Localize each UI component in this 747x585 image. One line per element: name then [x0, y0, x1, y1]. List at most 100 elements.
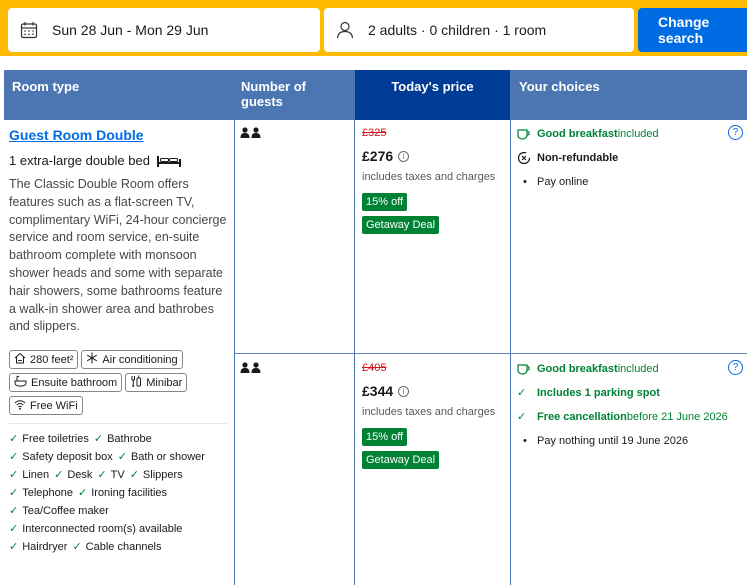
bed-info: 1 extra-large double bed — [9, 153, 229, 168]
header-choices: Your choices — [511, 70, 747, 120]
coffee-cup-icon — [517, 363, 537, 375]
check-icon: ✓ — [117, 451, 127, 464]
check-icon: ✓ — [517, 411, 527, 423]
amenity-item: ✓ Bathrobe — [93, 433, 152, 446]
wifi-icon — [14, 399, 26, 413]
room-name-link[interactable]: Guest Room Double — [9, 127, 229, 143]
amenity-item: ✓ Ironing facilities — [78, 487, 168, 500]
bed-text: 1 extra-large double bed — [9, 153, 150, 168]
choice-cancellation: ✓ Free cancellation before 21 June 2026 — [517, 410, 728, 424]
calendar-icon — [18, 19, 40, 41]
coffee-cup-icon — [517, 128, 537, 140]
current-price: £344 i — [362, 383, 512, 399]
amenity-row: ✓ Safety deposit box ✓ Bath or shower — [9, 448, 234, 466]
check-icon: ✓ — [97, 469, 107, 482]
amenity-row: ✓ Telephone ✓ Ironing facilities — [9, 484, 234, 502]
guests-text: 2 adults · 0 children · 1 room — [368, 22, 547, 38]
bullet: • — [523, 175, 527, 188]
date-picker[interactable]: Sun 28 Jun - Mon 29 Jun — [8, 8, 320, 52]
check-icon: ✓ — [9, 523, 19, 536]
discount-badge: 15% off — [362, 193, 408, 211]
amenity-row: ✓ Interconnected room(s) available — [9, 520, 234, 538]
tax-note: includes taxes and charges — [362, 171, 496, 183]
choices-list: Good breakfast included ✓ Includes 1 par… — [517, 360, 747, 456]
facility-badge: Minibar — [125, 373, 188, 393]
check-icon: ✓ — [54, 469, 64, 482]
choice-refund: Non-refundable — [517, 149, 747, 166]
non-refundable-icon — [517, 151, 537, 165]
two-guests-icon — [240, 362, 262, 377]
check-icon: ✓ — [72, 541, 82, 554]
check-icon: ✓ — [9, 469, 19, 482]
guests-picker[interactable]: 2 adults · 0 children · 1 room — [324, 8, 634, 52]
bullet: • — [523, 434, 527, 447]
search-bar: Sun 28 Jun - Mon 29 Jun 2 adults · 0 chi… — [0, 0, 747, 56]
amenity-item: ✓ TV — [97, 469, 125, 482]
check-icon: ✓ — [9, 433, 19, 446]
amenity-row: ✓ Free toiletries ✓ Bathrobe — [9, 430, 234, 448]
amenity-row: ✓ Tea/Coffee maker — [9, 502, 234, 520]
divider — [9, 423, 227, 425]
facility-badges: 280 feet² Air conditioning Ensuite bathr… — [9, 350, 229, 416]
dates-text: Sun 28 Jun - Mon 29 Jun — [52, 22, 209, 38]
choice-parking: ✓ Includes 1 parking spot — [517, 386, 660, 400]
amenity-item: ✓ Safety deposit box — [9, 451, 113, 464]
tax-note: includes taxes and charges — [362, 406, 496, 418]
header-price: Today's price — [355, 70, 510, 120]
amenity-item: ✓ Linen — [9, 469, 50, 482]
original-price: £325 — [362, 127, 387, 139]
amenity-item: ✓ Interconnected room(s) available — [9, 523, 183, 536]
check-icon: ✓ — [78, 487, 88, 500]
amenity-item: ✓ Telephone — [9, 487, 73, 500]
amenity-row: ✓ Hairdryer ✓ Cable channels — [9, 538, 234, 556]
facility-badge: Air conditioning — [81, 350, 183, 370]
choices-list: Good breakfast included Non-refundable •… — [517, 125, 747, 197]
amenity-item: ✓ Tea/Coffee maker — [9, 505, 109, 518]
check-icon: ✓ — [9, 541, 19, 554]
check-icon: ✓ — [9, 505, 19, 518]
help-icon[interactable]: ? — [728, 125, 743, 140]
choice-payment: • Pay nothing until 19 June 2026 — [517, 432, 747, 449]
row-divider — [235, 353, 747, 354]
amenity-item: ✓ Desk — [54, 469, 93, 482]
price-block: £325 £276 i includes taxes and charges 1… — [362, 127, 512, 234]
amenity-item: ✓ Bath or shower — [117, 451, 205, 464]
discount-badge: 15% off — [362, 428, 408, 446]
check-icon: ✓ — [129, 469, 139, 482]
amenity-item: ✓ Cable channels — [72, 541, 162, 554]
header-room-type: Room type — [4, 70, 234, 120]
facility-badge: 280 feet² — [9, 350, 79, 370]
price-block: £405 £344 i includes taxes and charges 1… — [362, 362, 512, 469]
choice-breakfast: Good breakfast included — [517, 360, 747, 377]
room-description: The Classic Double Room offers features … — [9, 177, 227, 334]
snowflake-icon — [86, 352, 98, 367]
minibar-icon — [130, 375, 142, 390]
amenity-item: ✓ Free toiletries — [9, 433, 89, 446]
amenity-item: ✓ Hairdryer — [9, 541, 68, 554]
room-size-icon — [14, 352, 26, 367]
two-guests-icon — [240, 127, 262, 142]
change-search-button[interactable]: Change search — [638, 8, 747, 52]
deal-badge: Getaway Deal — [362, 216, 440, 234]
check-icon: ✓ — [9, 487, 19, 500]
check-icon: ✓ — [93, 433, 104, 446]
facility-badge: Free WiFi — [9, 396, 83, 416]
header-guests: Number of guests — [235, 70, 354, 120]
check-icon: ✓ — [9, 451, 19, 464]
current-price: £276 i — [362, 148, 512, 164]
info-icon[interactable]: i — [398, 385, 410, 397]
check-icon: ✓ — [517, 387, 527, 399]
amenity-list: ✓ Free toiletries ✓ Bathrobe ✓ Safety deposi… — [9, 430, 234, 556]
facility-badge: Ensuite bathroom — [9, 373, 123, 393]
bed-icon — [156, 154, 182, 168]
original-price: £405 — [362, 362, 387, 374]
column-divider — [354, 70, 355, 585]
bath-icon — [14, 375, 27, 390]
choice-payment: • Pay online — [517, 173, 747, 190]
deal-badge: Getaway Deal — [362, 451, 440, 469]
help-icon[interactable]: ? — [728, 360, 743, 375]
column-divider — [234, 70, 235, 585]
table-header: Room type Number of guests Today's price… — [4, 70, 747, 120]
choice-breakfast: Good breakfast included — [517, 125, 747, 142]
info-icon[interactable]: i — [398, 150, 410, 162]
